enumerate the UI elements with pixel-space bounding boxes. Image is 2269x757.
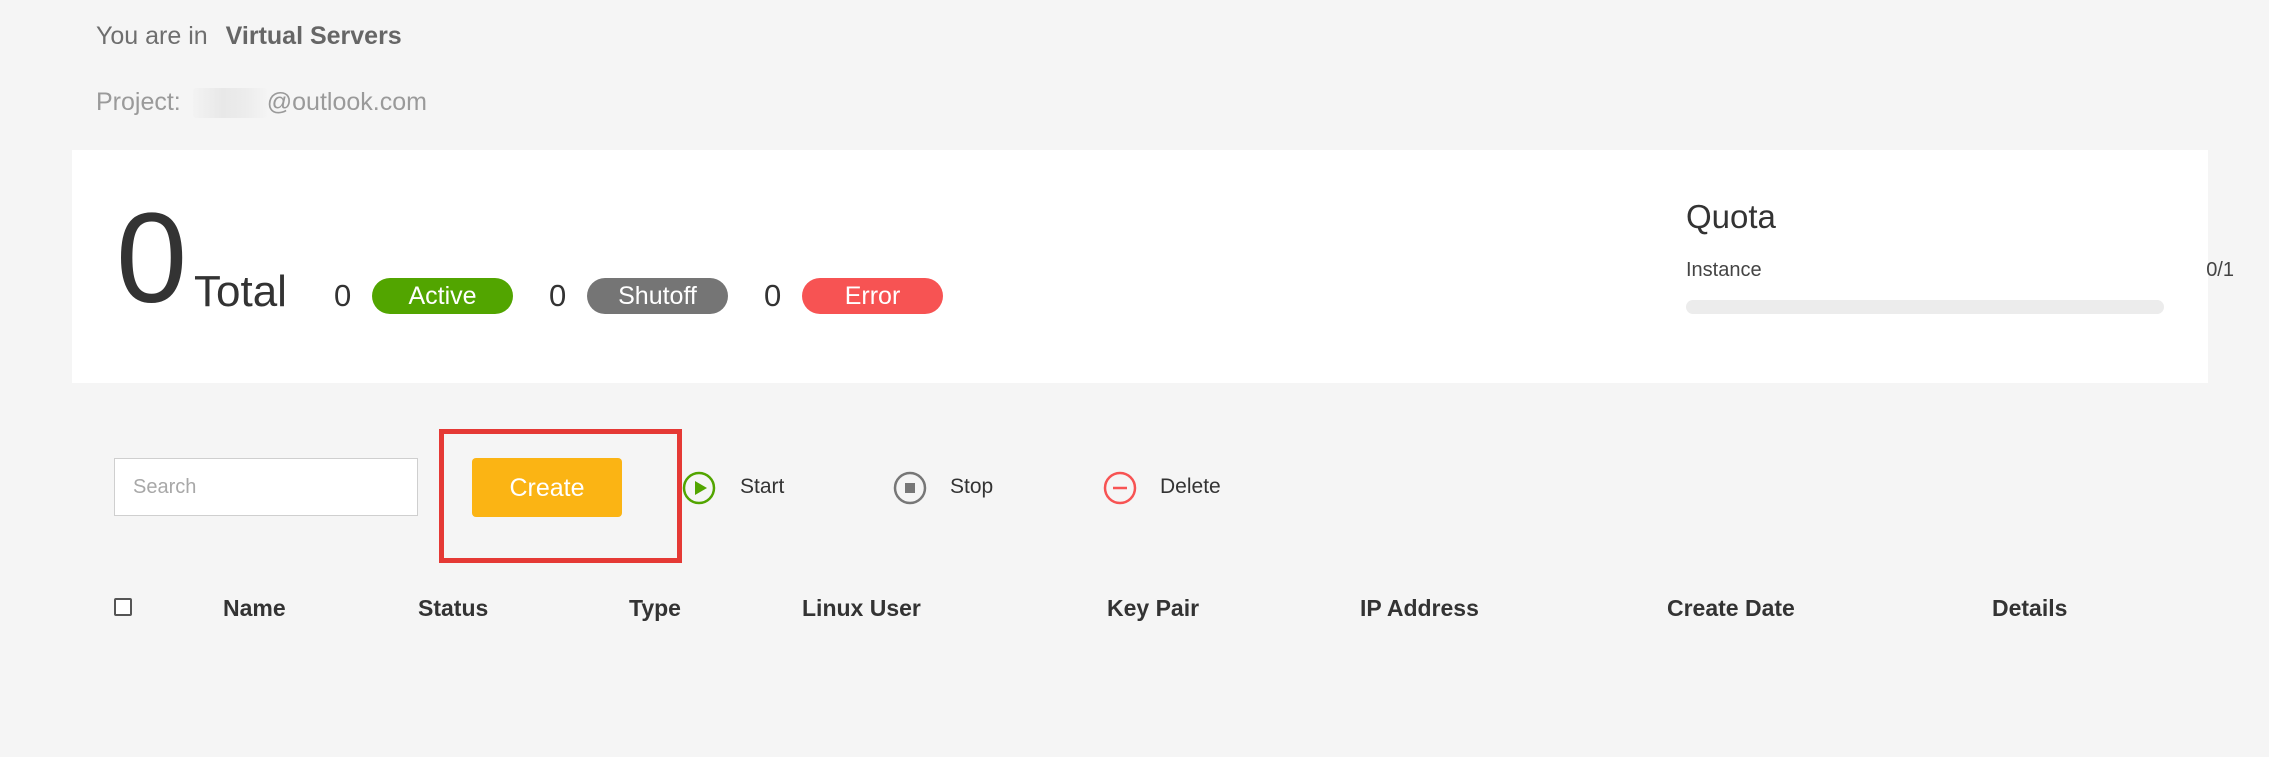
project-label: Project:	[96, 88, 181, 116]
delete-label: Delete	[1160, 475, 1221, 498]
total-count: 0	[116, 187, 188, 330]
play-circle-icon	[682, 471, 716, 505]
minus-circle-icon	[1103, 471, 1137, 505]
error-count: 0	[764, 278, 782, 313]
table-header: Name Status Type Linux User Key Pair IP …	[0, 595, 2269, 625]
column-header-create-date[interactable]: Create Date	[1667, 595, 1795, 622]
column-header-details[interactable]: Details	[1992, 595, 2067, 622]
breadcrumb-current: Virtual Servers	[225, 22, 402, 50]
column-header-name[interactable]: Name	[223, 595, 286, 622]
start-label: Start	[740, 475, 785, 498]
project-email-suffix: @outlook.com	[266, 88, 427, 116]
search-input[interactable]	[114, 458, 418, 516]
create-button[interactable]: Create	[472, 458, 622, 517]
stop-circle-icon	[893, 471, 927, 505]
active-badge: Active	[372, 278, 513, 314]
select-all-checkbox[interactable]	[114, 598, 132, 616]
column-header-status[interactable]: Status	[418, 595, 488, 622]
instance-summary-panel: 0 Total 0 Active 0 Shutoff 0 Error Quota…	[72, 150, 2234, 383]
column-header-key-pair[interactable]: Key Pair	[1107, 595, 1199, 622]
breadcrumb-prefix: You are in	[96, 22, 208, 50]
quota-instance-progress-bar	[1686, 300, 2164, 314]
quota-title: Quota	[1686, 198, 1776, 235]
quota-instance-value: 0/1	[2206, 259, 2234, 281]
shutoff-badge: Shutoff	[587, 278, 728, 314]
shutoff-count: 0	[549, 278, 567, 313]
error-badge: Error	[802, 278, 943, 314]
breadcrumb: You are in Virtual Servers	[96, 22, 402, 51]
redacted-email-username	[192, 88, 267, 119]
stop-label: Stop	[950, 475, 994, 498]
total-label: Total	[194, 267, 287, 316]
active-count: 0	[334, 278, 352, 313]
quota-instance-label: Instance	[1686, 259, 1762, 281]
column-header-ip-address[interactable]: IP Address	[1360, 595, 1479, 622]
column-header-linux-user[interactable]: Linux User	[802, 595, 921, 622]
column-header-type[interactable]: Type	[629, 595, 681, 622]
project-info: Project: @outlook.com	[96, 88, 427, 119]
